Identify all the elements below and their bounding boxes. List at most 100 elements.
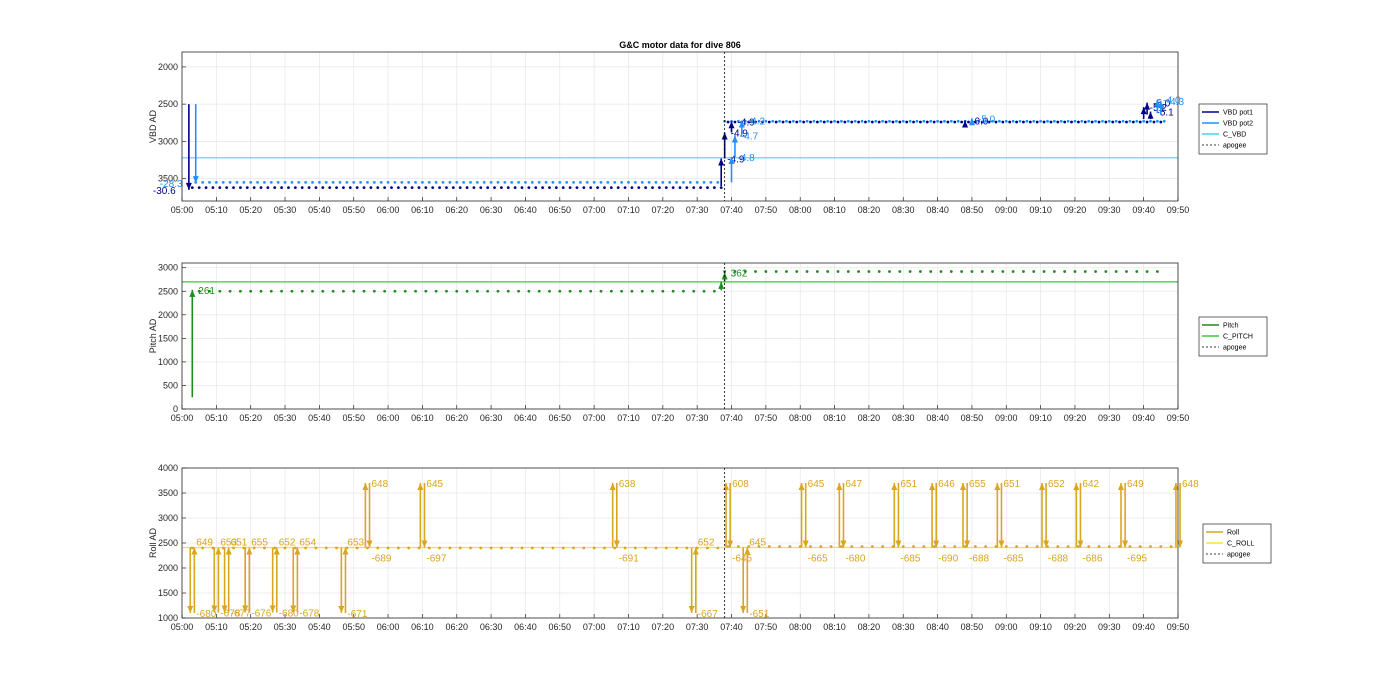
data-point <box>1169 545 1173 548</box>
pulse-up-label: 646 <box>938 479 955 490</box>
data-point <box>630 289 634 293</box>
data-point <box>410 186 414 189</box>
data-point <box>826 270 830 273</box>
data-point <box>1028 120 1032 124</box>
data-point <box>685 186 689 189</box>
data-point <box>489 180 493 184</box>
data-point <box>840 545 843 548</box>
x-tick-label: 06:20 <box>445 413 468 423</box>
data-point <box>846 119 850 123</box>
data-point <box>908 270 912 273</box>
data-point <box>960 270 964 273</box>
data-point <box>486 289 490 293</box>
y-tick-label: 3000 <box>158 513 178 523</box>
data-point <box>671 289 675 293</box>
data-point <box>1011 270 1015 273</box>
data-point <box>609 186 613 189</box>
x-tick-label: 09:20 <box>1064 205 1087 215</box>
data-point <box>530 546 534 550</box>
pulse-up-label: 649 <box>1127 479 1144 490</box>
data-point <box>348 186 352 189</box>
data-point <box>850 545 854 548</box>
y-tick-label: 1500 <box>158 333 178 343</box>
data-point <box>414 180 417 184</box>
x-tick-label: 06:30 <box>480 413 503 423</box>
data-point <box>596 186 599 189</box>
data-point <box>1015 120 1018 124</box>
data-point <box>925 120 929 124</box>
data-point <box>197 186 201 189</box>
data-point <box>764 270 768 273</box>
data-point <box>881 119 885 123</box>
data-point <box>1125 270 1128 273</box>
data-point <box>898 120 902 124</box>
data-point <box>912 545 915 548</box>
data-point <box>579 289 582 293</box>
x-tick-label: 07:50 <box>755 622 778 632</box>
data-point <box>929 270 933 273</box>
data-point <box>857 270 860 273</box>
data-point <box>424 186 428 189</box>
data-point <box>407 180 411 184</box>
data-point <box>702 180 706 184</box>
x-tick-label: 09:00 <box>995 622 1018 632</box>
data-point <box>221 180 225 184</box>
data-point <box>280 289 283 293</box>
data-point <box>661 289 665 293</box>
data-point <box>870 545 874 548</box>
data-point <box>551 546 555 550</box>
data-point <box>465 289 469 293</box>
data-point <box>345 180 349 184</box>
data-point <box>1111 120 1115 124</box>
data-point <box>1107 545 1111 548</box>
data-point <box>682 180 685 184</box>
data-point <box>795 120 799 124</box>
y-axis-label: VBD AD <box>148 109 158 143</box>
y-tick-label: 2000 <box>158 563 178 573</box>
data-point <box>819 119 823 123</box>
data-point <box>335 546 338 550</box>
x-tick-label: 06:10 <box>411 622 434 632</box>
data-point <box>812 119 816 123</box>
data-point <box>376 186 380 189</box>
pulse-up-label: 655 <box>251 538 268 549</box>
data-point <box>427 180 431 184</box>
x-tick-label: 08:30 <box>892 413 915 423</box>
x-tick-label: 07:20 <box>652 622 675 632</box>
data-point <box>448 546 452 550</box>
data-point <box>582 186 586 189</box>
data-point <box>1004 545 1008 548</box>
data-point <box>1101 119 1104 123</box>
data-point <box>493 186 496 189</box>
data-point <box>850 120 854 124</box>
data-point <box>949 270 953 273</box>
x-tick-label: 05:20 <box>239 622 262 632</box>
x-tick-label: 09:40 <box>1132 205 1155 215</box>
data-point <box>939 270 943 273</box>
data-point <box>537 180 541 184</box>
pulse-down-label: -686 <box>1082 554 1102 565</box>
x-tick-label: 08:10 <box>823 205 846 215</box>
data-point <box>448 180 452 184</box>
data-point <box>778 119 781 123</box>
data-point <box>898 270 902 273</box>
data-point <box>1025 119 1029 123</box>
data-point <box>644 186 648 189</box>
data-point <box>500 546 503 550</box>
data-point <box>486 186 490 189</box>
data-point <box>1063 270 1067 273</box>
data-point <box>980 270 984 273</box>
data-point <box>342 289 345 293</box>
data-point <box>263 180 266 184</box>
data-point <box>311 289 314 293</box>
data-point <box>527 289 531 293</box>
data-point <box>867 119 871 123</box>
data-point <box>352 180 356 184</box>
data-point <box>269 180 273 184</box>
data-point <box>1025 545 1029 548</box>
pulse-up-label: 654 <box>299 538 316 549</box>
x-tick-label: 07:50 <box>755 205 778 215</box>
data-point <box>692 186 696 189</box>
data-point <box>1022 270 1025 273</box>
y-tick-label: 2000 <box>158 62 178 72</box>
